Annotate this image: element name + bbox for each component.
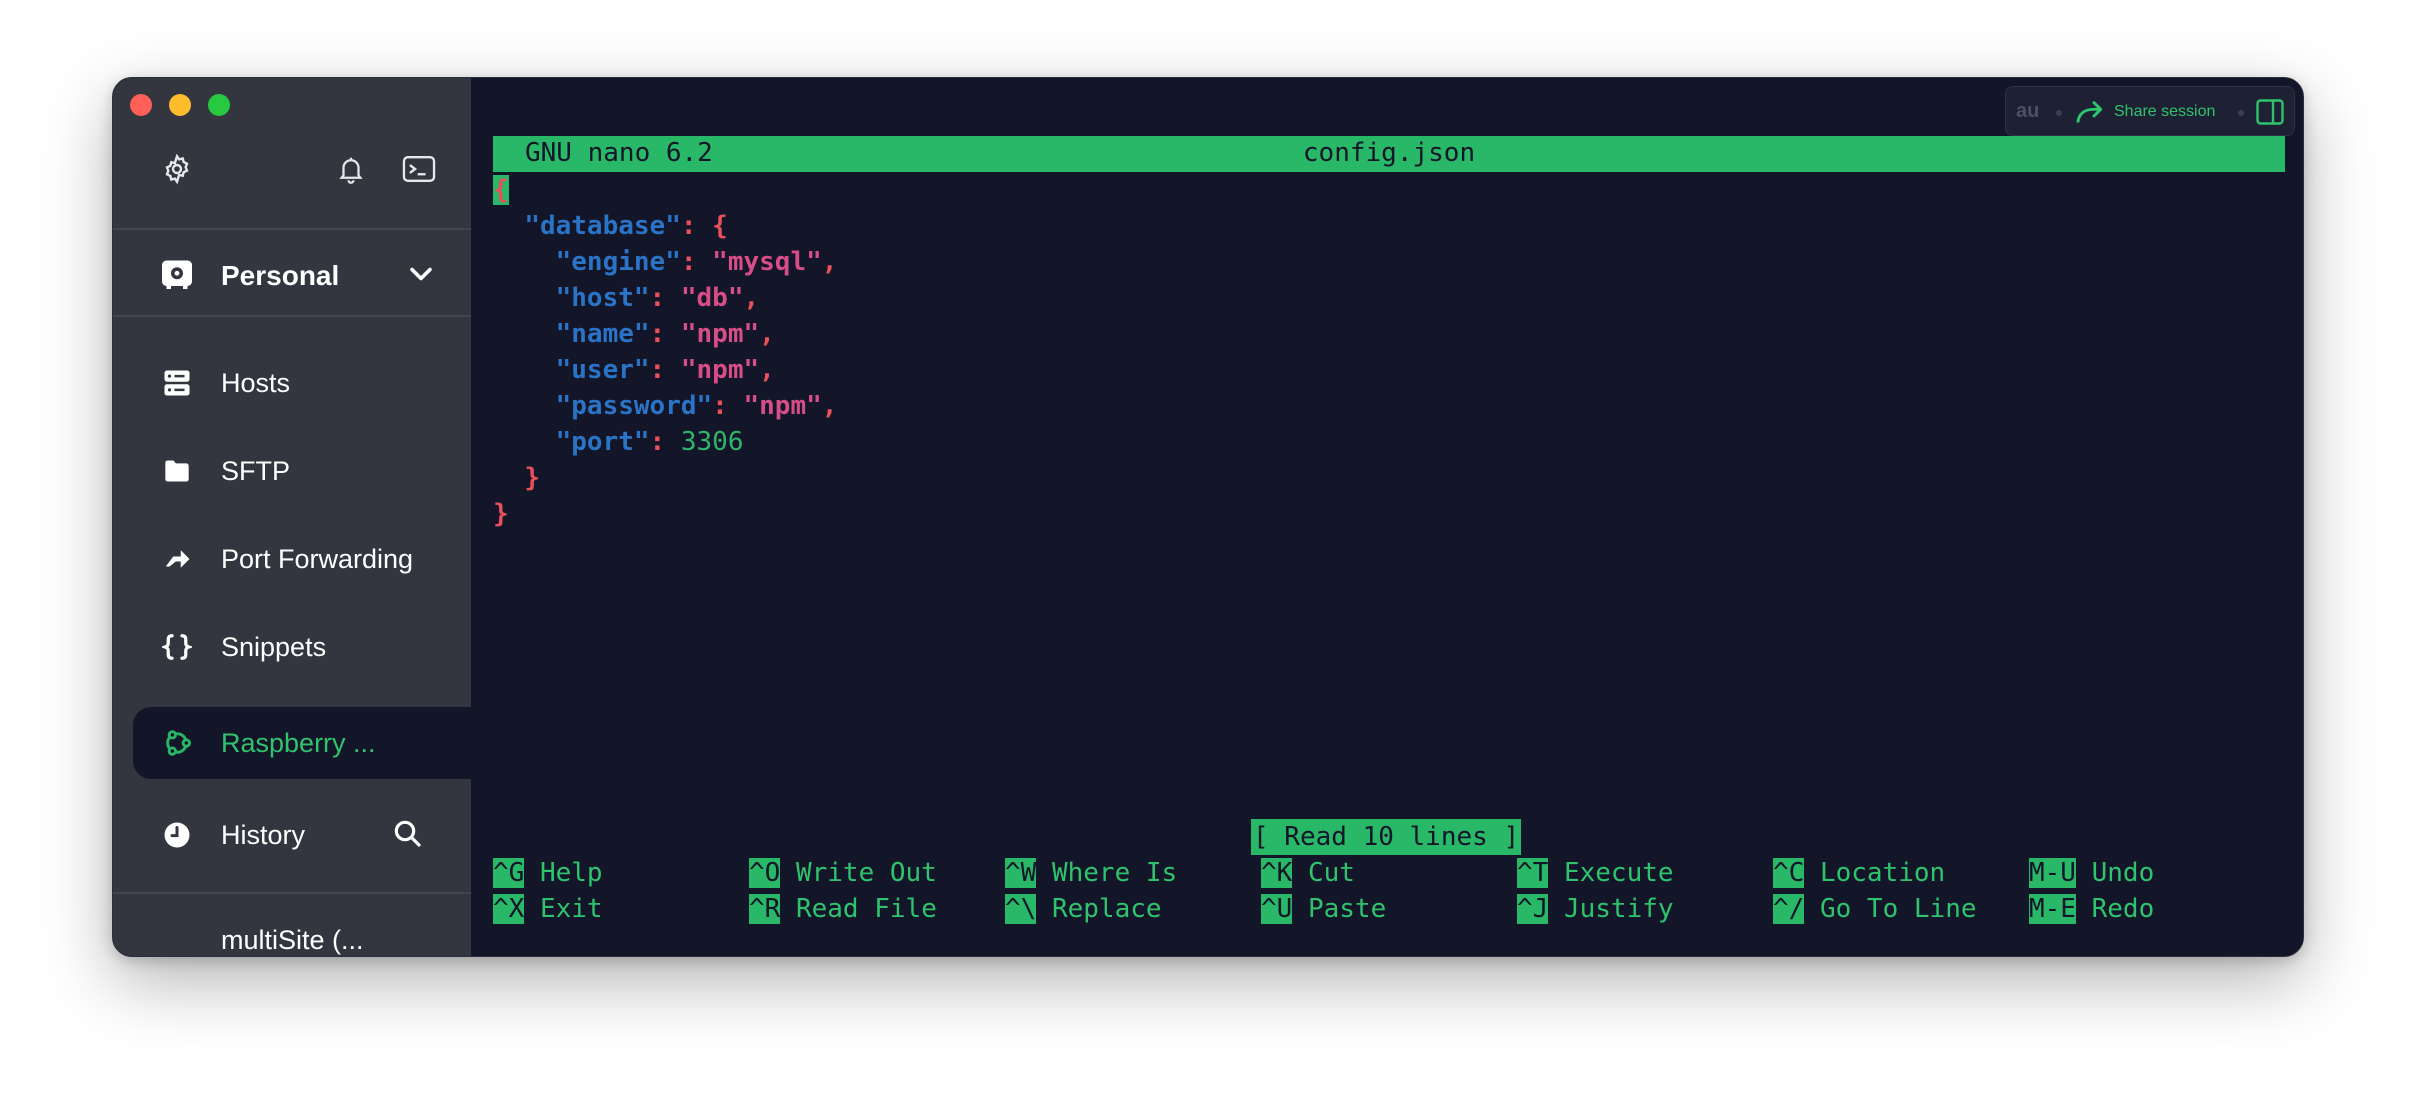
sidebar-item-label: multiSite (...: [221, 925, 364, 955]
sidebar-divider: [113, 315, 471, 317]
sidebar-item-label: Snippets: [221, 632, 327, 662]
text-cursor: {: [493, 175, 509, 205]
code-line: "password": "npm",: [555, 391, 838, 421]
search-icon[interactable]: [391, 817, 427, 853]
shortcut-justify[interactable]: ^J Justify: [1517, 891, 1674, 927]
code-line: "host": "db",: [555, 283, 760, 313]
code-line: "database": {: [524, 211, 728, 241]
app-window: Personal Hosts SFTP Port Forwarding Snip…: [112, 77, 2304, 957]
sidebar-item-label: Port Forwarding: [221, 544, 414, 574]
shortcut-go-to-line[interactable]: ^/ Go To Line: [1773, 891, 1977, 927]
window-controls: [130, 94, 230, 116]
separator-dot: [2238, 110, 2244, 116]
minimize-window-button[interactable]: [169, 94, 191, 116]
close-window-button[interactable]: [130, 94, 152, 116]
shortcut-exit[interactable]: ^X Exit: [493, 891, 603, 927]
shortcut-paste[interactable]: ^U Paste: [1261, 891, 1386, 927]
maximize-window-button[interactable]: [208, 94, 230, 116]
bell-icon[interactable]: [333, 151, 369, 187]
gear-icon[interactable]: [159, 151, 195, 187]
sidebar-item-sftp[interactable]: SFTP: [113, 439, 471, 503]
code-line: "port": 3306: [555, 427, 744, 457]
sidebar-item-hosts[interactable]: Hosts: [113, 351, 471, 415]
code-line: }: [524, 463, 540, 493]
code-line: "engine": "mysql",: [555, 247, 838, 277]
workspace-selector[interactable]: Personal: [113, 242, 471, 310]
hosts-icon: [159, 365, 195, 401]
code-line: "name": "npm",: [555, 319, 775, 349]
file-name: config.json: [1302, 138, 1476, 168]
session-prefix: au: [2016, 100, 2040, 122]
port-forwarding-icon: [159, 541, 195, 577]
shortcut-cut[interactable]: ^K Cut: [1261, 855, 1355, 891]
braces-icon: [159, 629, 195, 665]
sidebar-item-history[interactable]: History: [113, 803, 471, 867]
shortcut-read-file[interactable]: ^R Read File: [749, 891, 937, 927]
share-session-toolbar: au Share session: [2005, 86, 2295, 136]
nano-title-bar: GNU nano 6.2 config.json: [493, 136, 2285, 172]
shortcut-undo[interactable]: M-U Undo: [2029, 855, 2154, 891]
sidebar-divider: [113, 892, 471, 894]
terminal-icon[interactable]: [401, 151, 437, 187]
shortcut-execute[interactable]: ^T Execute: [1517, 855, 1674, 891]
sidebar: Personal Hosts SFTP Port Forwarding Snip…: [113, 78, 471, 956]
ubuntu-icon: [159, 725, 195, 761]
shortcut-replace[interactable]: ^\ Replace: [1005, 891, 1162, 927]
sidebar-item-label: Raspberry ...: [221, 728, 376, 758]
sidebar-item-label: Hosts: [221, 368, 291, 398]
sidebar-item-port-forwarding[interactable]: Port Forwarding: [113, 527, 471, 591]
separator-dot: [2056, 110, 2062, 116]
split-view-icon[interactable]: [2256, 99, 2284, 125]
sidebar-item-label: History: [221, 820, 306, 850]
shortcut-help[interactable]: ^G Help: [493, 855, 603, 891]
chevron-down-icon[interactable]: [403, 256, 439, 292]
terminal-pane[interactable]: au Share session GNU nano 6.2 config.jso…: [471, 78, 2303, 956]
clock-icon: [159, 817, 195, 853]
code-line: "user": "npm",: [555, 355, 775, 385]
shortcut-write-out[interactable]: ^O Write Out: [749, 855, 937, 891]
sidebar-item-label: SFTP: [221, 456, 291, 486]
folder-icon: [159, 453, 195, 489]
vault-icon: [159, 256, 195, 292]
nano-status-message: [ Read 10 lines ]: [1251, 819, 1522, 855]
sidebar-item-multisite[interactable]: multiSite (...: [113, 908, 471, 956]
sidebar-toolbar: [113, 151, 471, 201]
shortcut-location[interactable]: ^C Location: [1773, 855, 1945, 891]
workspace-label: Personal: [221, 260, 340, 291]
code-line: }: [493, 499, 509, 529]
sidebar-divider: [113, 228, 471, 230]
shortcut-where-is[interactable]: ^W Where Is: [1005, 855, 1177, 891]
code-line: {: [493, 172, 509, 208]
sidebar-item-snippets[interactable]: Snippets: [113, 615, 471, 679]
shortcut-redo[interactable]: M-E Redo: [2029, 891, 2154, 927]
share-session-button[interactable]: Share session: [2114, 103, 2215, 121]
share-arrow-icon[interactable]: [2074, 96, 2106, 128]
sidebar-item-raspberry[interactable]: Raspberry ...: [133, 707, 471, 779]
